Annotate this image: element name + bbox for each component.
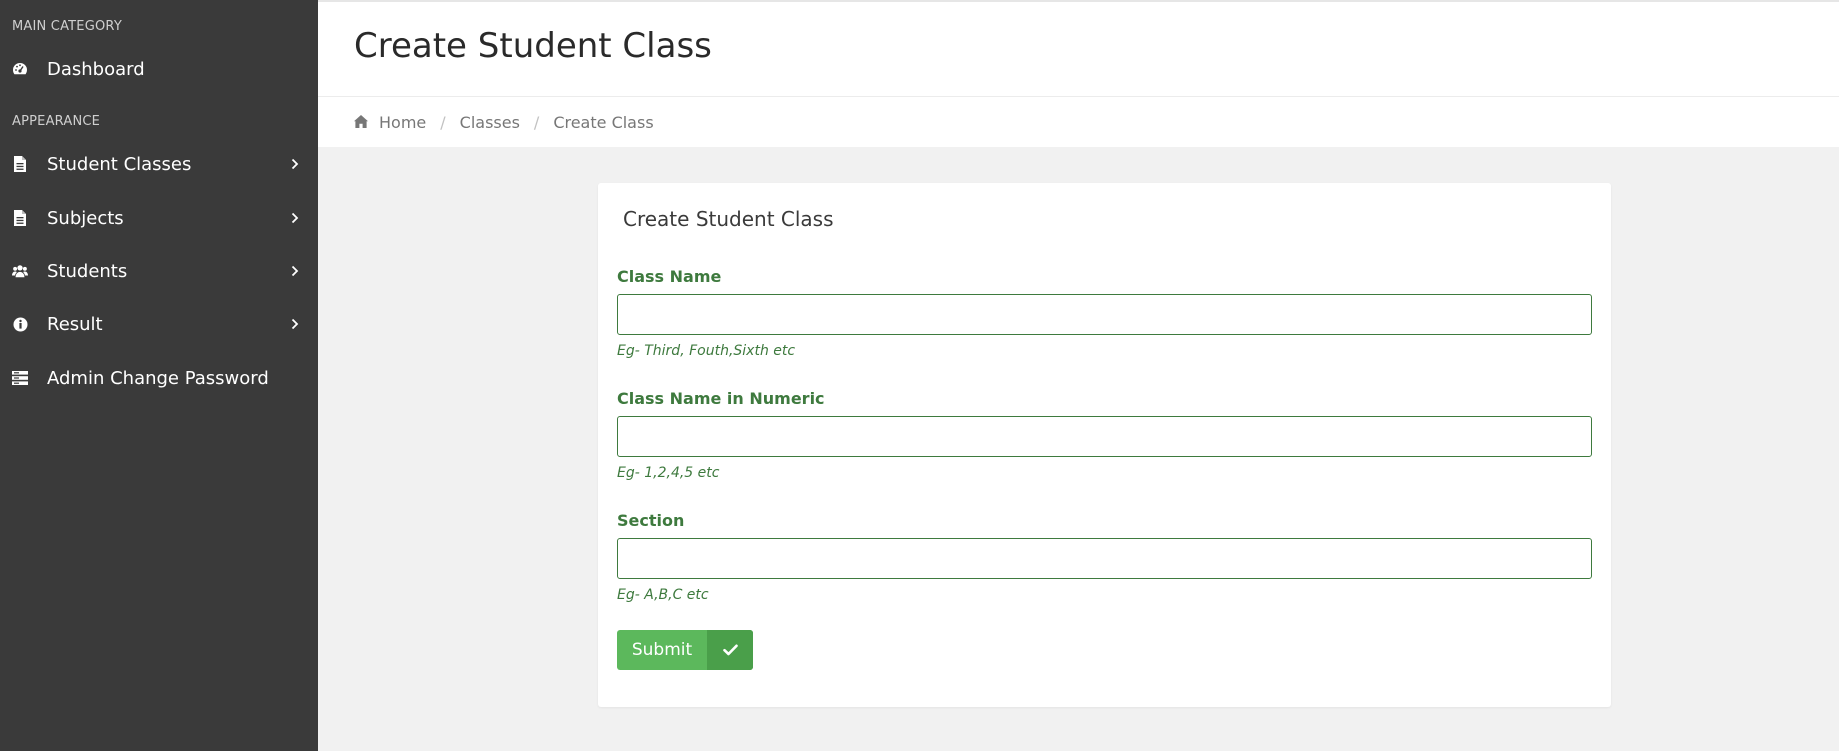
submit-button[interactable]: Submit — [617, 630, 753, 670]
class-numeric-label: Class Name in Numeric — [617, 389, 825, 408]
sidebar-item-label: Dashboard — [47, 58, 145, 80]
sidebar-category-main: MAIN CATEGORY — [12, 19, 122, 34]
home-icon — [354, 115, 368, 129]
sidebar-item-label: Student Classes — [47, 153, 192, 175]
breadcrumb-separator: / — [533, 112, 540, 132]
sidebar-category-appearance: APPEARANCE — [12, 114, 101, 129]
breadcrumb-home-link[interactable]: Home — [379, 113, 426, 132]
sidebar-item-students[interactable]: Students — [0, 249, 318, 293]
breadcrumb: Home / Classes / Create Class — [318, 97, 1839, 147]
card-title: Create Student Class — [623, 207, 834, 231]
create-class-card: Create Student Class Class Name Eg- Thir… — [598, 183, 1611, 707]
chevron-right-icon — [290, 158, 300, 170]
chevron-right-icon — [290, 265, 300, 277]
class-numeric-input[interactable] — [617, 416, 1592, 457]
sidebar-item-label: Admin Change Password — [47, 367, 269, 389]
class-name-help: Eg- Third, Fouth,Sixth etc — [617, 343, 796, 359]
info-icon — [12, 316, 28, 332]
page-header: Create Student Class — [318, 0, 1839, 97]
sidebar-item-subjects[interactable]: Subjects — [0, 196, 318, 240]
breadcrumb-classes-link[interactable]: Classes — [460, 113, 520, 132]
dashboard-icon — [12, 61, 28, 77]
file-icon — [12, 210, 28, 226]
breadcrumb-separator: / — [440, 112, 446, 132]
sidebar-item-label: Subjects — [47, 207, 124, 229]
section-label: Section — [617, 511, 685, 530]
sidebar-item-dashboard[interactable]: Dashboard — [0, 47, 318, 91]
page-title: Create Student Class — [354, 26, 712, 66]
sidebar-item-label: Students — [47, 260, 128, 282]
class-name-input[interactable] — [617, 294, 1592, 335]
users-icon — [12, 263, 28, 279]
sidebar-item-student-classes[interactable]: Student Classes — [0, 142, 318, 186]
sidebar-item-label: Result — [47, 313, 103, 335]
chevron-right-icon — [290, 318, 300, 330]
submit-button-label: Submit — [631, 640, 693, 660]
chevron-right-icon — [290, 212, 300, 224]
breadcrumb-current: Create Class — [553, 112, 654, 132]
class-name-label: Class Name — [617, 267, 722, 286]
check-icon — [707, 630, 753, 670]
file-icon — [12, 156, 28, 172]
sidebar-item-result[interactable]: Result — [0, 302, 318, 346]
class-numeric-help: Eg- 1,2,4,5 etc — [617, 465, 720, 481]
section-help: Eg- A,B,C etc — [617, 587, 709, 603]
sidebar-item-admin-change-password[interactable]: Admin Change Password — [0, 356, 318, 400]
section-input[interactable] — [617, 538, 1592, 579]
server-icon — [12, 370, 28, 386]
sidebar: MAIN CATEGORY Dashboard APPEARANCE Stude… — [0, 0, 318, 751]
